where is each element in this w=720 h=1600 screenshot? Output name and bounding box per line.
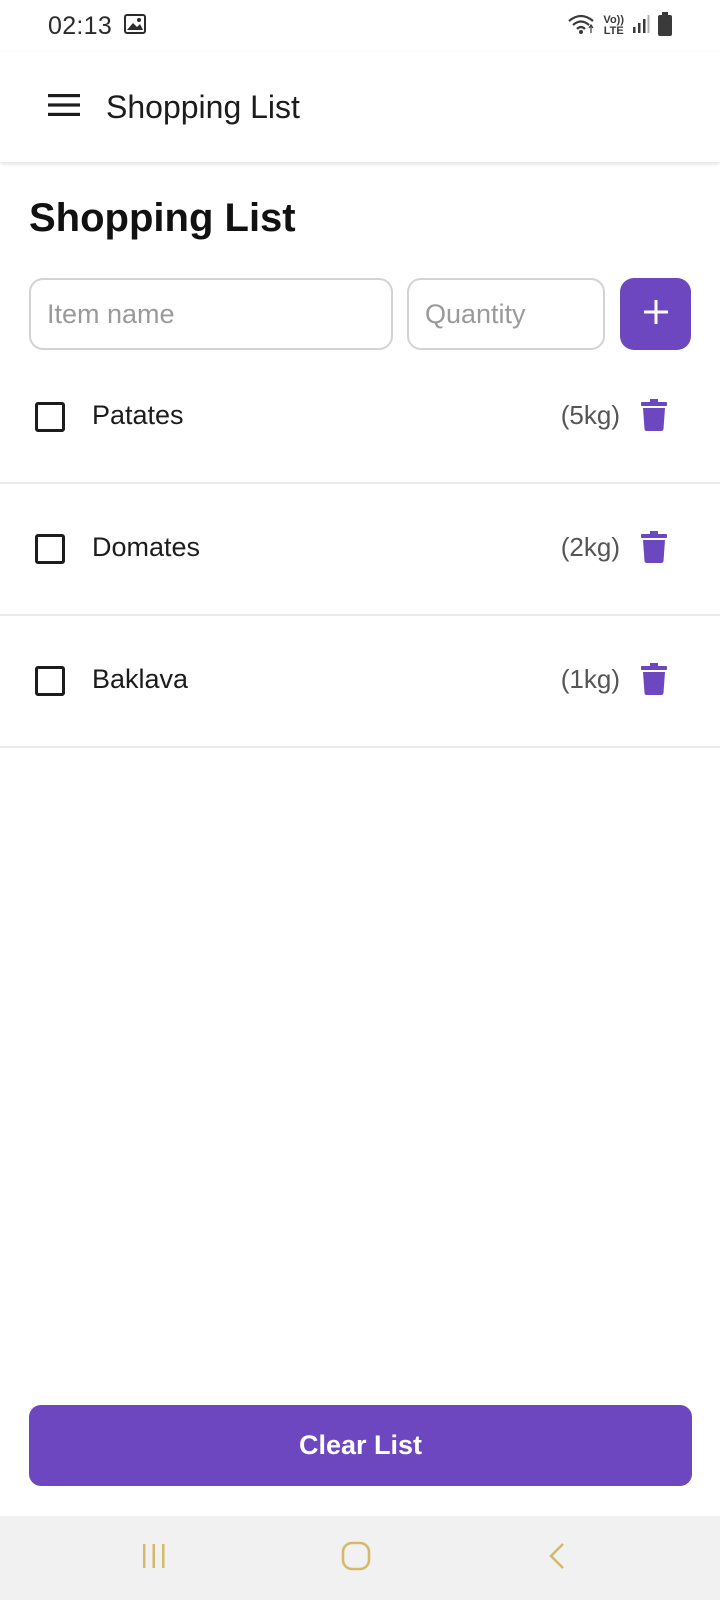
wifi-icon — [567, 13, 595, 40]
delete-item-button[interactable] — [636, 528, 672, 570]
back-icon — [546, 1541, 568, 1576]
list-item: Domates (2kg) — [0, 484, 720, 616]
status-time: 02:13 — [48, 11, 113, 40]
nav-recents-button[interactable] — [114, 1530, 194, 1586]
item-checkbox[interactable] — [35, 534, 65, 564]
trash-icon — [641, 398, 667, 436]
item-name: Patates — [92, 400, 184, 430]
delete-item-button[interactable] — [636, 396, 672, 438]
delete-item-button[interactable] — [636, 660, 672, 702]
screen: 02:13 Vo)) LTE Shopping List Shopping Li… — [0, 0, 720, 1600]
add-item-form — [29, 278, 691, 350]
list-item: Patates (5kg) — [0, 352, 720, 484]
add-item-button[interactable] — [620, 278, 691, 350]
quantity-input[interactable] — [407, 278, 605, 350]
page-title: Shopping List — [29, 196, 296, 240]
hamburger-menu-icon — [48, 93, 80, 122]
trash-icon — [641, 662, 667, 700]
image-icon — [124, 13, 147, 39]
app-bar-title: Shopping List — [106, 88, 300, 125]
nav-home-button[interactable] — [316, 1530, 396, 1586]
system-nav-bar — [0, 1516, 720, 1600]
menu-button[interactable] — [32, 75, 96, 139]
app-bar: Shopping List — [0, 52, 720, 162]
status-left: 02:13 — [48, 11, 147, 41]
nav-back-button[interactable] — [517, 1530, 597, 1586]
battery-icon — [658, 11, 672, 41]
status-right: Vo)) LTE — [567, 11, 672, 41]
item-quantity: (2kg) — [560, 532, 620, 562]
status-bar: 02:13 Vo)) LTE — [0, 0, 720, 52]
item-quantity: (5kg) — [560, 400, 620, 430]
recents-icon — [139, 1542, 169, 1575]
plus-icon — [642, 298, 670, 331]
list-item: Baklava (1kg) — [0, 616, 720, 748]
home-icon — [341, 1541, 371, 1576]
clear-list-button[interactable]: Clear List — [29, 1405, 692, 1486]
item-name: Baklava — [92, 664, 189, 694]
item-checkbox[interactable] — [35, 666, 65, 696]
volte-indicator: Vo)) LTE — [603, 15, 624, 37]
signal-icon — [632, 14, 650, 39]
item-quantity: (1kg) — [560, 664, 620, 694]
item-checkbox[interactable] — [35, 402, 65, 432]
lte-label: LTE — [603, 25, 624, 37]
item-name: Domates — [92, 532, 201, 562]
trash-icon — [641, 530, 667, 568]
shopping-list: Patates (5kg) Domates (2kg) Baklava (1kg… — [0, 352, 720, 748]
item-name-input[interactable] — [29, 278, 393, 350]
